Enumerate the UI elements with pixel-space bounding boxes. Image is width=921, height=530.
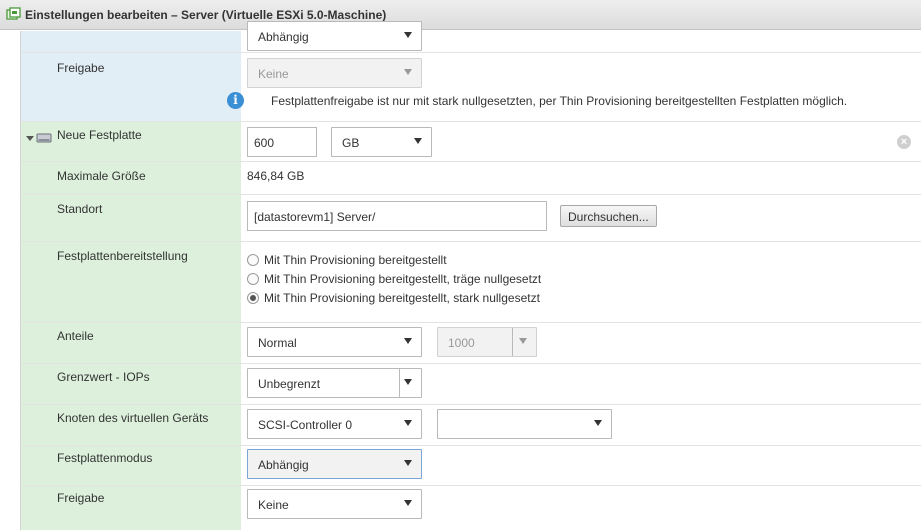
share-row-top: Freigabe Keine xyxy=(21,53,921,122)
chevron-down-icon xyxy=(404,379,412,385)
share-select[interactable]: Keine xyxy=(247,489,422,519)
window-title: Einstellungen bearbeiten – Server (Virtu… xyxy=(25,8,387,22)
location-label: Standort xyxy=(57,202,103,216)
settings-panel: Abhängig Freigabe Keine i Festplattenfre… xyxy=(0,21,921,530)
shares-number-field: 1000 xyxy=(437,327,537,357)
radio-lazy-zeroed[interactable] xyxy=(247,273,259,285)
disk-mode-label: Festplattenmodus xyxy=(57,451,153,465)
remove-disk-icon[interactable]: × xyxy=(897,135,911,149)
disk-mode-row-partial: Abhängig xyxy=(21,21,921,53)
hard-disk-icon xyxy=(36,133,52,143)
disk-mode-select[interactable]: Abhängig xyxy=(247,449,422,479)
share-info-text: Festplattenfreigabe ist nur mit stark nu… xyxy=(271,94,848,108)
new-disk-row: Neue Festplatte 600 GB × xyxy=(21,122,921,162)
chevron-down-icon xyxy=(404,420,412,426)
new-disk-title: Neue Festplatte xyxy=(57,128,142,142)
chevron-down-icon xyxy=(404,69,412,75)
chevron-down-icon xyxy=(594,420,602,426)
controller-select[interactable]: SCSI-Controller 0 xyxy=(247,409,422,439)
left-gutter xyxy=(0,31,21,530)
chevron-down-icon xyxy=(519,338,527,344)
chevron-down-icon xyxy=(404,500,412,506)
shares-select[interactable]: Normal xyxy=(247,327,422,357)
device-node-label: Knoten des virtuellen Geräts xyxy=(57,411,209,425)
max-size-row: Maximale Größe 846,84 GB xyxy=(21,162,921,195)
share-select-disabled: Keine xyxy=(247,58,422,88)
max-size-label: Maximale Größe xyxy=(57,169,146,183)
share-row: Freigabe Keine xyxy=(21,486,921,530)
chevron-down-icon xyxy=(404,460,412,466)
disk-size-unit-select[interactable]: GB xyxy=(331,127,432,157)
window-titlebar: Einstellungen bearbeiten – Server (Virtu… xyxy=(0,0,921,30)
expand-caret-icon[interactable] xyxy=(26,136,34,141)
chevron-down-icon xyxy=(414,138,422,144)
disk-size-input[interactable]: 600 xyxy=(247,127,317,157)
location-row: Standort [datastorevm1] Server/ Durchsuc… xyxy=(21,195,921,242)
info-icon: i xyxy=(227,92,244,109)
vm-edit-icon xyxy=(6,7,21,20)
shares-row: Anteile Normal 1000 xyxy=(21,323,921,364)
share-label: Freigabe xyxy=(57,61,105,75)
disk-mode-row: Festplattenmodus Abhängig xyxy=(21,446,921,486)
browse-button[interactable]: Durchsuchen... xyxy=(560,205,657,227)
chevron-down-icon xyxy=(404,338,412,344)
device-node-row: Knoten des virtuellen Geräts SCSI-Contro… xyxy=(21,405,921,446)
max-size-value: 846,84 GB xyxy=(247,169,305,183)
shares-label: Anteile xyxy=(57,329,94,343)
provisioning-row: Festplattenbereitstellung Mit Thin Provi… xyxy=(21,242,921,323)
disk-mode-select-top[interactable]: Abhängig xyxy=(247,21,422,51)
radio-eager-zeroed[interactable] xyxy=(247,292,259,304)
share-label-bottom: Freigabe xyxy=(57,491,105,505)
provisioning-label: Festplattenbereitstellung xyxy=(57,249,188,263)
iops-row: Grenzwert - IOPs Unbegrenzt xyxy=(21,364,921,405)
chevron-down-icon xyxy=(404,32,412,38)
iops-label: Grenzwert - IOPs xyxy=(57,370,150,384)
location-input[interactable]: [datastorevm1] Server/ xyxy=(247,201,547,231)
radio-thin[interactable] xyxy=(247,254,259,266)
iops-limit-select[interactable]: Unbegrenzt xyxy=(247,368,422,398)
device-slot-select[interactable] xyxy=(437,409,612,439)
